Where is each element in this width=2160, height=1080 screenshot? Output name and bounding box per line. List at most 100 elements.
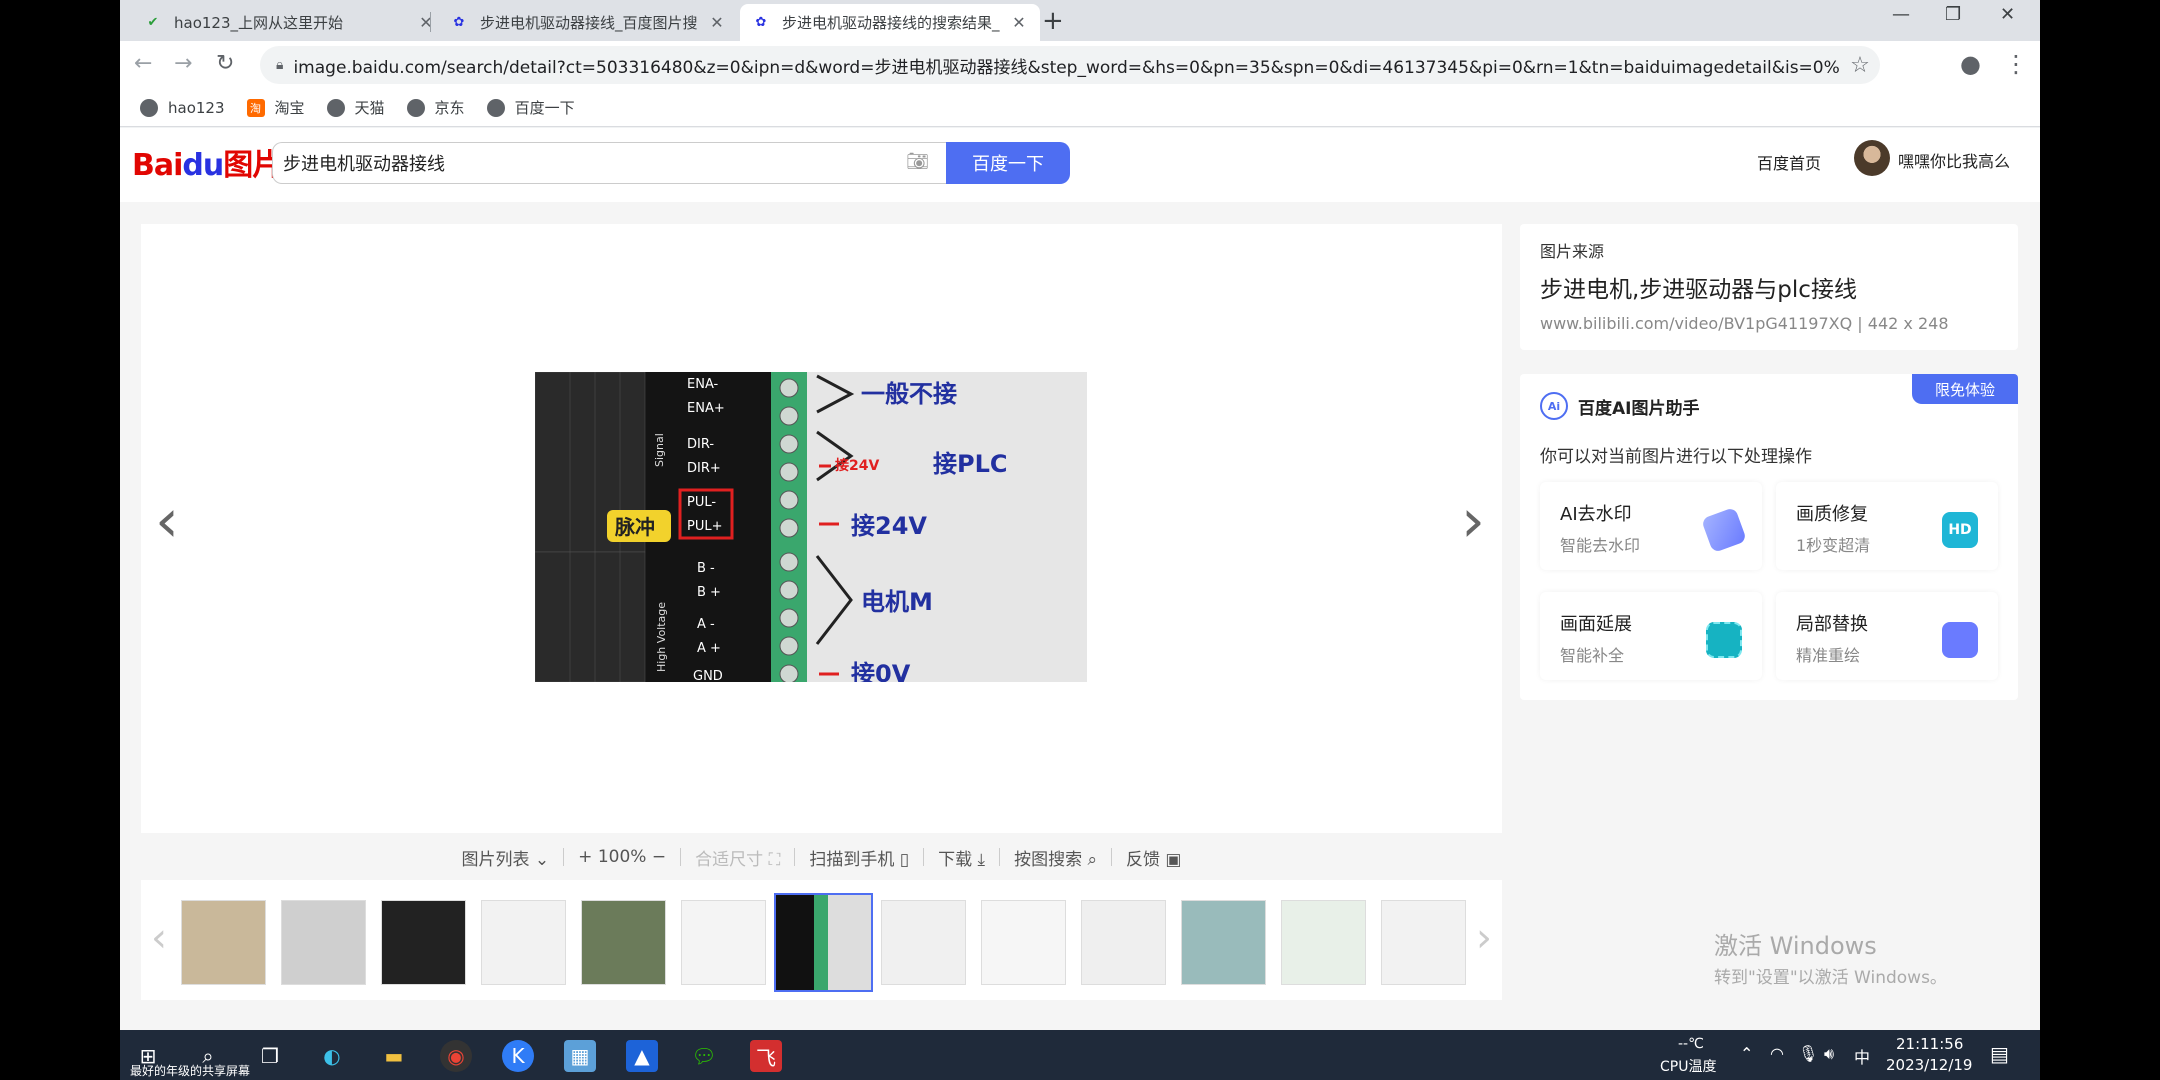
clock-date[interactable]: 2023/12/19 xyxy=(1886,1056,1972,1074)
edge-icon[interactable]: ◐ xyxy=(316,1040,348,1072)
tray-chevron-icon[interactable]: ⌃ xyxy=(1740,1044,1753,1063)
thumbnail-selected[interactable] xyxy=(774,893,873,992)
microphone-icon[interactable]: 🎙︎ xyxy=(1798,1044,1818,1063)
notification-icon[interactable]: ▤ xyxy=(1990,1042,2009,1066)
minimize-button[interactable]: — xyxy=(1892,4,1910,25)
previous-image-arrow-icon[interactable]: ‹ xyxy=(155,486,179,556)
menu-kebab-icon[interactable]: ⋮ xyxy=(2004,50,2028,78)
image-tool-button[interactable]: + 100% − xyxy=(564,847,680,867)
hao123-favicon-icon: ✔ xyxy=(147,15,159,30)
thumbnail[interactable] xyxy=(881,900,966,985)
search-icon[interactable]: ⌕ xyxy=(192,1040,224,1072)
note-to-0v: 接0V xyxy=(851,660,911,682)
username[interactable]: 嘿嘿你比我高么 xyxy=(1898,148,2010,172)
new-tab-button[interactable]: + xyxy=(1042,6,1064,36)
source-label: 图片来源 xyxy=(1540,242,1605,261)
main-image[interactable]: Signal High Voltage ENA- ENA+ DIR- DIR+ … xyxy=(535,372,1087,682)
ai-tool-watermark-removal[interactable]: AI去水印 智能去水印 xyxy=(1540,482,1762,570)
bookmark-label: 淘宝 xyxy=(274,99,305,117)
tab-hao123[interactable]: ✔ hao123_上网从这里开始 ✕ xyxy=(132,4,447,41)
bookmark-taobao[interactable]: 淘淘宝 xyxy=(246,97,305,118)
task-view-icon[interactable]: ❐ xyxy=(254,1040,286,1072)
search-input[interactable]: 步进电机驱动器接线 📷︎ xyxy=(272,142,947,184)
page-content: Baidu图片 步进电机驱动器接线 📷︎ 百度一下 百度首页 嘿嘿你比我高么 ‹… xyxy=(120,128,2040,1030)
tab-title: 步进电机驱动器接线_百度图片搜 xyxy=(480,14,698,32)
thumbnail[interactable] xyxy=(1281,900,1366,985)
ai-tool-extend[interactable]: 画面延展 智能补全 xyxy=(1540,592,1762,680)
bookmark-tmall[interactable]: 天猫 xyxy=(326,97,385,118)
thumbs-prev-arrow-icon[interactable]: ‹ xyxy=(151,915,167,961)
free-trial-badge: 限免体验 xyxy=(1912,374,2018,404)
b-minus-label: B - xyxy=(697,561,715,576)
image-tool-button[interactable]: 扫描到手机 ▯ xyxy=(795,845,923,870)
bookmark-star-icon[interactable]: ☆ xyxy=(1840,53,1880,78)
bookmark-hao123[interactable]: hao123 xyxy=(140,98,225,117)
profile-icon[interactable]: ● xyxy=(1960,50,1981,78)
k-app-icon[interactable]: K xyxy=(502,1040,534,1072)
windows-taskbar: ⊞ 最好的年级的共享屏幕 ⌕ ❐ ◐ ▬ ◉ K ▦ ▲ 💬︎ 飞 --℃ CP… xyxy=(120,1030,2040,1080)
bookmark-baidu[interactable]: 百度一下 xyxy=(486,97,575,118)
ai-tool-sub: 1秒变超清 xyxy=(1796,536,1871,555)
address-bar[interactable]: 🔒︎ image.baidu.com/search/detail?ct=5033… xyxy=(260,46,1880,84)
ai-tool-quality-repair[interactable]: 画质修复 1秒变超清 HD xyxy=(1776,482,1998,570)
eraser-icon xyxy=(1700,506,1748,554)
ai-tool-sub: 智能补全 xyxy=(1560,646,1625,665)
next-image-arrow-icon[interactable]: › xyxy=(1461,486,1485,556)
back-button[interactable]: ← xyxy=(134,51,152,76)
thumbnail[interactable] xyxy=(281,900,366,985)
thumbnail[interactable] xyxy=(1181,900,1266,985)
ai-tool-sub: 智能去水印 xyxy=(1560,536,1641,555)
chrome-icon[interactable]: ◉ xyxy=(440,1040,472,1072)
tab-baidu-images[interactable]: ✿ 步进电机驱动器接线_百度图片搜 ✕ xyxy=(438,4,738,41)
image-tools-bar: 图片列表 ⌄ + 100% − 合适尺寸 ⛶ 扫描到手机 ▯ 下载 ⤓ 按图搜索 ⌕ 反馈 … xyxy=(141,834,1502,880)
image-tool-button[interactable]: 下载 ⤓ xyxy=(924,845,999,870)
image-tool-button[interactable]: 合适尺寸 ⛶ xyxy=(681,845,794,870)
maximize-button[interactable]: ❐ xyxy=(1945,4,1961,25)
reload-button[interactable]: ↻ xyxy=(216,51,234,76)
image-tool-button[interactable]: 反馈 ▣ xyxy=(1112,845,1195,870)
forward-button[interactable]: → xyxy=(174,51,192,76)
baidu-images-logo[interactable]: Baidu图片 xyxy=(132,140,282,184)
thumbnail[interactable] xyxy=(381,900,466,985)
file-explorer-icon[interactable]: ▬ xyxy=(378,1040,410,1072)
thumbnail[interactable] xyxy=(981,900,1066,985)
globe-icon xyxy=(326,98,345,117)
tab-search-results[interactable]: ✿ 步进电机驱动器接线的搜索结果_ ✕ xyxy=(740,4,1040,41)
source-title[interactable]: 步进电机,步进驱动器与plc接线 xyxy=(1540,270,1998,304)
search-button[interactable]: 百度一下 xyxy=(946,142,1070,184)
thumbnail[interactable] xyxy=(1381,900,1466,985)
close-icon[interactable]: ✕ xyxy=(708,13,726,32)
thumbnail[interactable] xyxy=(481,900,566,985)
tab-title: hao123_上网从这里开始 xyxy=(174,14,344,32)
close-icon[interactable]: ✕ xyxy=(417,13,435,32)
paint-icon[interactable]: ▦ xyxy=(564,1040,596,1072)
a-minus-label: A - xyxy=(697,617,715,632)
close-icon[interactable]: ✕ xyxy=(1010,13,1028,32)
signal-label: Signal xyxy=(653,433,666,467)
source-url[interactable]: www.bilibili.com/video/BV1pG41197XQ | 44… xyxy=(1540,314,1998,333)
clock-time[interactable]: 21:11:56 xyxy=(1896,1035,1963,1053)
ime-indicator[interactable]: 中 xyxy=(1854,1044,1870,1068)
activation-line1: 激活 Windows xyxy=(1714,932,1877,960)
image-tool-button[interactable]: 图片列表 ⌄ xyxy=(448,845,564,870)
search-value: 步进电机驱动器接线 xyxy=(283,154,445,175)
thumbs-next-arrow-icon[interactable]: › xyxy=(1476,915,1492,961)
thumbnail[interactable] xyxy=(581,900,666,985)
bookmark-jd[interactable]: 京东 xyxy=(406,97,465,118)
volume-icon[interactable]: 🔊︎ xyxy=(1824,1044,1834,1064)
avatar[interactable] xyxy=(1854,140,1890,176)
network-icon[interactable]: ◠ xyxy=(1770,1044,1784,1063)
window-close-button[interactable]: ✕ xyxy=(2000,4,2015,25)
wechat-icon[interactable]: 💬︎ xyxy=(688,1040,720,1072)
image-viewer: ‹ › Signal High Voltage ENA- ENA+ DIR- D… xyxy=(141,224,1502,833)
image-tool-button[interactable]: 按图搜索 ⌕ xyxy=(1000,845,1111,870)
thumbnail[interactable] xyxy=(181,900,266,985)
pul-minus-label: PUL- xyxy=(687,495,716,510)
thumbnail[interactable] xyxy=(681,900,766,985)
red-app-icon[interactable]: 飞 xyxy=(750,1040,782,1072)
ai-tool-partial-replace[interactable]: 局部替换 精准重绘 xyxy=(1776,592,1998,680)
mountain-app-icon[interactable]: ▲ xyxy=(626,1040,658,1072)
baidu-home-link[interactable]: 百度首页 xyxy=(1757,150,1821,174)
camera-icon[interactable]: 📷︎ xyxy=(906,151,929,172)
thumbnail[interactable] xyxy=(1081,900,1166,985)
